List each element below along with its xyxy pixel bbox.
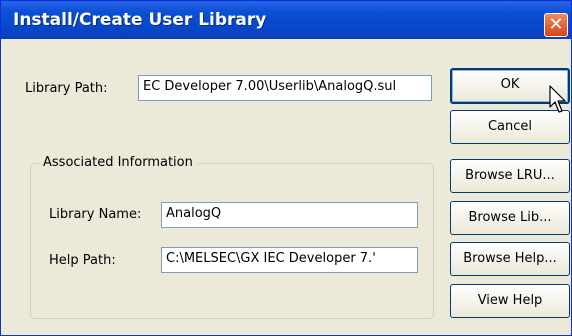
associated-information-group xyxy=(30,163,434,319)
title-bar[interactable]: Install/Create User Library ✕ xyxy=(1,1,571,39)
dialog-window: Install/Create User Library ✕ Library Pa… xyxy=(0,0,572,336)
help-path-input[interactable]: C:\MELSEC\GX IEC Developer 7.' xyxy=(161,247,418,273)
associated-information-legend: Associated Information xyxy=(39,155,197,170)
browse-lib-button[interactable]: Browse Lib... xyxy=(450,201,570,235)
view-help-button[interactable]: View Help xyxy=(450,284,570,318)
library-path-input[interactable]: EC Developer 7.00\Userlib\AnalogQ.sul xyxy=(138,75,432,101)
close-button[interactable]: ✕ xyxy=(544,13,568,37)
browse-help-button[interactable]: Browse Help... xyxy=(450,242,570,276)
help-path-label: Help Path: xyxy=(49,253,116,268)
browse-lru-button[interactable]: Browse LRU... xyxy=(450,159,570,193)
close-icon: ✕ xyxy=(548,14,564,35)
library-name-input[interactable]: AnalogQ xyxy=(161,202,418,228)
mouse-pointer-icon xyxy=(549,85,566,113)
library-path-label: Library Path: xyxy=(25,81,108,96)
library-name-label: Library Name: xyxy=(49,207,142,222)
cancel-button[interactable]: Cancel xyxy=(450,110,570,144)
window-title: Install/Create User Library xyxy=(13,10,267,30)
